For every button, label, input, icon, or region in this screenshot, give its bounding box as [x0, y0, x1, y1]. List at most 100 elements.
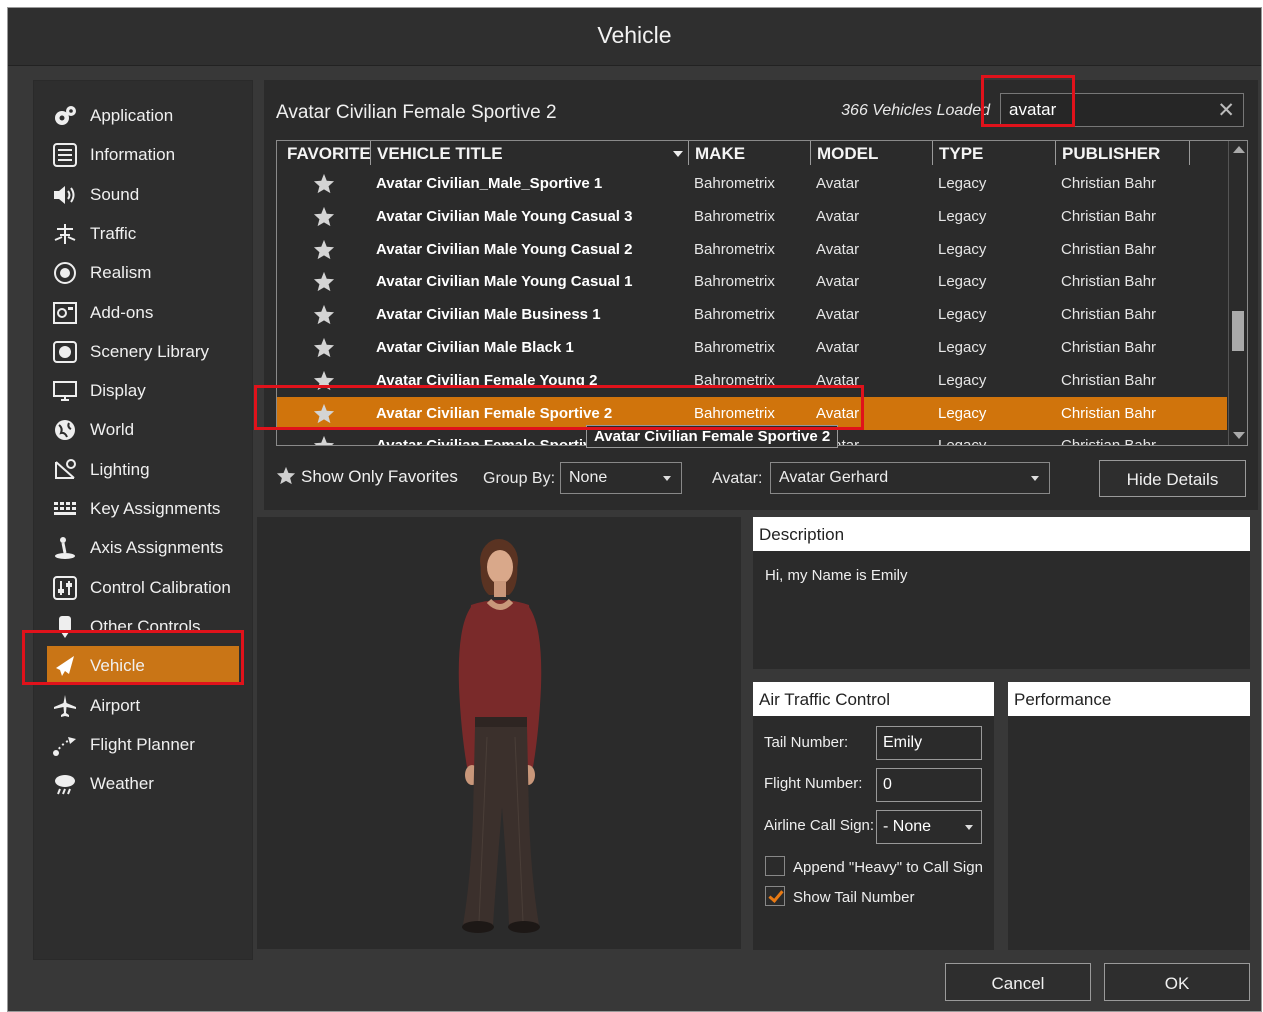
vehicle-title-cell: Avatar Civilian Female Young 2 [376, 371, 598, 389]
show-only-favorites-toggle[interactable]: Show Only Favorites [276, 466, 458, 487]
sort-arrow-icon [673, 151, 683, 157]
type-cell: Legacy [938, 273, 987, 291]
vehicle-title-cell: Avatar Civilian Male Business 1 [376, 306, 601, 324]
table-row[interactable]: Avatar Civilian Male Young Casual 3 Bahro… [277, 200, 1227, 233]
performance-header: Performance [1014, 690, 1112, 709]
show-tail-number-checkbox[interactable] [765, 886, 785, 906]
favorite-star-icon[interactable] [313, 173, 335, 199]
cancel-button[interactable]: Cancel [945, 963, 1091, 1001]
type-cell: Legacy [938, 175, 987, 192]
favorite-star-icon[interactable] [313, 403, 335, 429]
favorite-star-icon [276, 466, 296, 485]
favorite-star-icon[interactable] [313, 435, 335, 445]
sidebar-item-key-assignments[interactable]: Key Assignments [34, 489, 252, 528]
column-publisher[interactable]: PUBLISHER [1062, 144, 1160, 164]
clear-search-icon[interactable]: ✕ [1217, 98, 1235, 123]
sidebar-item-label: Key Assignments [90, 499, 221, 518]
column-vehicle-title[interactable]: VEHICLE TITLE [377, 144, 503, 164]
avatar-value: Avatar Gerhard [779, 469, 889, 486]
airplane-icon [52, 654, 78, 678]
table-row[interactable]: Avatar Civilian Male Business 1 Bahrometr… [277, 298, 1227, 331]
hide-details-button[interactable]: Hide Details [1099, 460, 1246, 497]
airline-call-sign-value: - None [883, 818, 932, 835]
model-cell: Avatar [816, 175, 860, 192]
sidebar-item-display[interactable]: Display [34, 371, 252, 410]
sidebar-item-other-controls[interactable]: Other Controls [34, 607, 252, 646]
sidebar-item-vehicle[interactable]: Vehicle [47, 646, 239, 686]
column-model[interactable]: MODEL [817, 144, 878, 164]
chevron-down-icon [663, 476, 671, 481]
table-row[interactable]: Avatar Civilian Male Young Casual 1 Bahro… [277, 265, 1227, 298]
window-title: Vehicle [597, 22, 672, 48]
scenery-icon [52, 340, 78, 364]
table-row[interactable]: Avatar Civilian_Male_Sportive 1 Bahrometr… [277, 167, 1227, 200]
append-heavy-checkbox[interactable] [765, 856, 785, 876]
favorite-star-icon[interactable] [313, 271, 335, 297]
sidebar-item-label: Lighting [90, 459, 150, 479]
addons-icon [52, 301, 78, 325]
make-cell: Bahrometrix [694, 306, 775, 324]
type-cell: Legacy [938, 371, 987, 389]
sidebar-item-label: Display [90, 381, 146, 401]
sidebar-item-traffic[interactable]: Traffic [34, 214, 252, 253]
sidebar-item-flight-planner[interactable]: Flight Planner [34, 725, 252, 764]
vehicle-table: FAVORITE VEHICLE TITLE MAKE MODEL TYPE P… [276, 140, 1248, 446]
group-by-dropdown[interactable]: None [560, 462, 682, 494]
sidebar-item-information[interactable]: Information [34, 135, 252, 174]
sidebar-item-airport[interactable]: Airport [34, 686, 252, 725]
speaker-icon [52, 183, 78, 207]
sidebar-item-weather[interactable]: Weather [34, 764, 252, 803]
favorite-star-icon[interactable] [313, 206, 335, 232]
sidebar-item-control-calibration[interactable]: Control Calibration [34, 568, 252, 607]
sidebar-item-lighting[interactable]: Lighting [34, 450, 252, 489]
title-bar: Vehicle [8, 8, 1261, 66]
sidebar-item-label: Control Calibration [90, 577, 231, 597]
favorite-star-icon[interactable] [313, 239, 335, 265]
flight-number-label: Flight Number: [764, 775, 863, 792]
sidebar-item-label: Traffic [90, 223, 137, 243]
scroll-down-icon[interactable] [1233, 432, 1245, 439]
publisher-cell: Christian Bahr [1061, 207, 1157, 225]
favorite-star-icon[interactable] [313, 337, 335, 363]
sidebar-item-label: Vehicle [90, 656, 145, 676]
favorite-star-icon[interactable] [313, 304, 335, 330]
column-favorite[interactable]: FAVORITE [287, 144, 371, 164]
tail-number-field[interactable]: Emily [876, 726, 982, 760]
favorite-star-icon[interactable] [313, 370, 335, 396]
calibration-icon [52, 575, 78, 600]
table-row[interactable]: Avatar Civilian Female Young 2 Bahrometri… [277, 364, 1227, 397]
sidebar-item-application[interactable]: Application [34, 96, 252, 135]
sidebar-item-scenery-library[interactable]: Scenery Library [34, 332, 252, 371]
sidebar-item-sound[interactable]: Sound [34, 175, 252, 214]
weather-icon [52, 772, 78, 796]
make-cell: Bahrometrix [694, 404, 775, 422]
sidebar-item-label: Add-ons [90, 302, 154, 322]
ok-button[interactable]: OK [1104, 963, 1250, 1001]
flight-number-field[interactable]: 0 [876, 768, 982, 802]
sidebar-item-label: Weather [90, 774, 154, 794]
scroll-up-icon[interactable] [1233, 146, 1245, 153]
vehicle-search-input[interactable] [1001, 94, 1227, 126]
sidebar-item-world[interactable]: World [34, 410, 252, 449]
settings-sidebar: Application Information Sound Traffic Realis… [33, 80, 253, 960]
avatar-dropdown[interactable]: Avatar Gerhard [770, 462, 1050, 494]
sidebar-item-realism[interactable]: Realism [34, 253, 252, 292]
scroll-thumb[interactable] [1232, 311, 1244, 351]
airport-icon [52, 694, 78, 718]
keyboard-icon [52, 497, 78, 521]
sidebar-item-label: Application [90, 106, 174, 125]
chevron-down-icon [1031, 476, 1039, 481]
table-row[interactable]: Avatar Civilian Male Black 1 Bahrometrix A… [277, 331, 1227, 364]
table-scrollbar[interactable] [1228, 141, 1247, 445]
joystick-icon [52, 536, 78, 560]
sidebar-item-axis-assignments[interactable]: Axis Assignments [34, 528, 252, 567]
sidebar-item-label: Information [90, 145, 176, 165]
airline-call-sign-dropdown[interactable]: - None [876, 810, 982, 844]
sidebar-item-add-ons[interactable]: Add-ons [34, 293, 252, 332]
table-row[interactable]: Avatar Civilian Male Young Casual 2 Bahro… [277, 233, 1227, 266]
model-cell: Avatar [816, 404, 860, 422]
publisher-cell: Christian Bahr [1061, 240, 1157, 258]
column-make[interactable]: MAKE [695, 144, 745, 164]
column-type[interactable]: TYPE [939, 144, 983, 164]
vehicle-title-tooltip: Avatar Civilian Female Sportive 2 [586, 425, 839, 448]
